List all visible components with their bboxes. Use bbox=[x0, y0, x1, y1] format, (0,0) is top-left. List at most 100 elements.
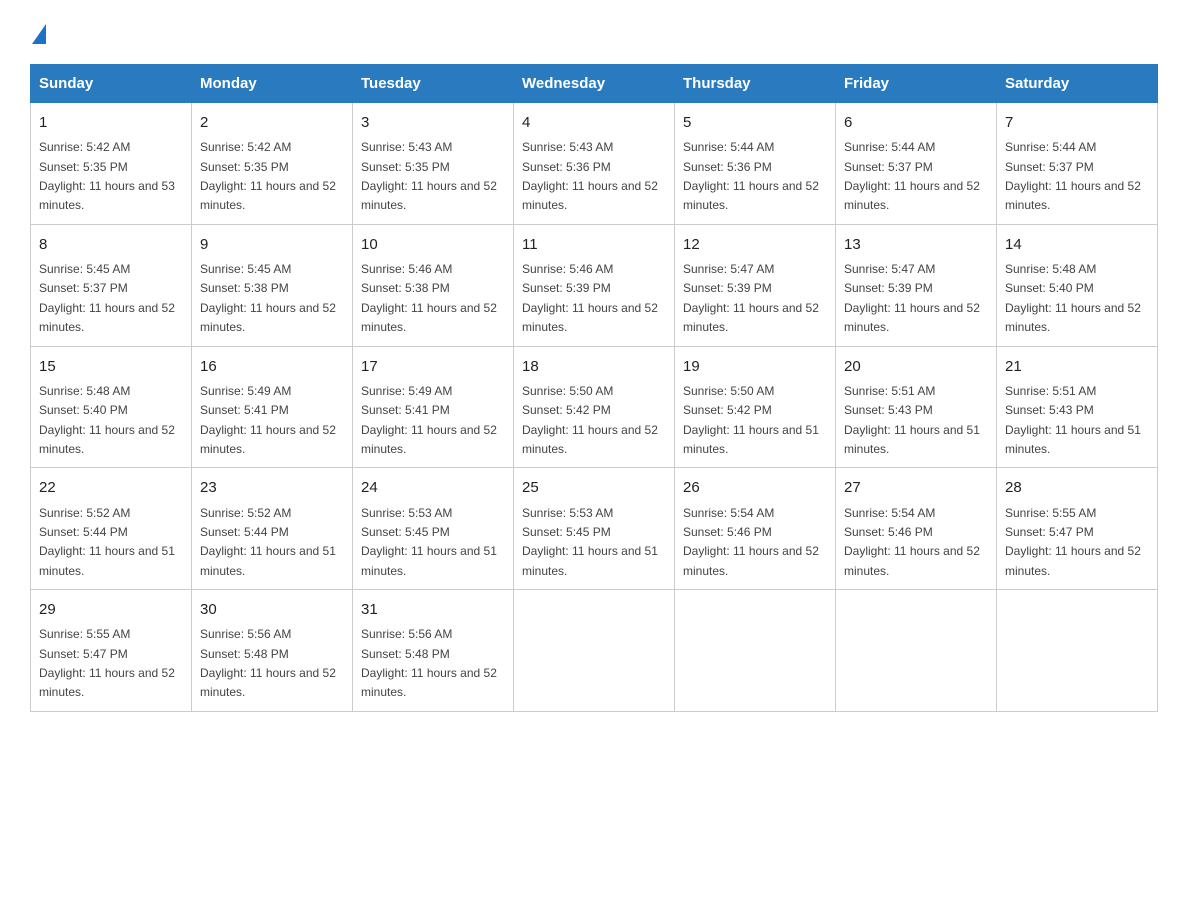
calendar-cell: 15 Sunrise: 5:48 AMSunset: 5:40 PMDaylig… bbox=[31, 346, 192, 468]
calendar-cell: 3 Sunrise: 5:43 AMSunset: 5:35 PMDayligh… bbox=[353, 103, 514, 225]
calendar-cell: 7 Sunrise: 5:44 AMSunset: 5:37 PMDayligh… bbox=[997, 103, 1158, 225]
day-number: 27 bbox=[844, 476, 988, 499]
day-number: 5 bbox=[683, 111, 827, 134]
calendar-cell: 25 Sunrise: 5:53 AMSunset: 5:45 PMDaylig… bbox=[514, 468, 675, 590]
calendar-cell: 8 Sunrise: 5:45 AMSunset: 5:37 PMDayligh… bbox=[31, 224, 192, 346]
calendar-cell: 9 Sunrise: 5:45 AMSunset: 5:38 PMDayligh… bbox=[192, 224, 353, 346]
calendar-cell: 12 Sunrise: 5:47 AMSunset: 5:39 PMDaylig… bbox=[675, 224, 836, 346]
day-number: 8 bbox=[39, 233, 183, 256]
day-info: Sunrise: 5:44 AMSunset: 5:37 PMDaylight:… bbox=[844, 140, 980, 212]
day-info: Sunrise: 5:46 AMSunset: 5:39 PMDaylight:… bbox=[522, 262, 658, 334]
day-number: 13 bbox=[844, 233, 988, 256]
day-info: Sunrise: 5:43 AMSunset: 5:35 PMDaylight:… bbox=[361, 140, 497, 212]
day-info: Sunrise: 5:52 AMSunset: 5:44 PMDaylight:… bbox=[200, 506, 336, 578]
day-info: Sunrise: 5:46 AMSunset: 5:38 PMDaylight:… bbox=[361, 262, 497, 334]
day-info: Sunrise: 5:44 AMSunset: 5:36 PMDaylight:… bbox=[683, 140, 819, 212]
day-info: Sunrise: 5:47 AMSunset: 5:39 PMDaylight:… bbox=[683, 262, 819, 334]
calendar-cell: 16 Sunrise: 5:49 AMSunset: 5:41 PMDaylig… bbox=[192, 346, 353, 468]
weekday-header-thursday: Thursday bbox=[675, 65, 836, 103]
day-info: Sunrise: 5:42 AMSunset: 5:35 PMDaylight:… bbox=[39, 140, 175, 212]
day-info: Sunrise: 5:43 AMSunset: 5:36 PMDaylight:… bbox=[522, 140, 658, 212]
day-number: 1 bbox=[39, 111, 183, 134]
day-info: Sunrise: 5:56 AMSunset: 5:48 PMDaylight:… bbox=[361, 627, 497, 699]
calendar-cell: 1 Sunrise: 5:42 AMSunset: 5:35 PMDayligh… bbox=[31, 103, 192, 225]
day-number: 22 bbox=[39, 476, 183, 499]
calendar-cell: 31 Sunrise: 5:56 AMSunset: 5:48 PMDaylig… bbox=[353, 590, 514, 712]
calendar-cell: 14 Sunrise: 5:48 AMSunset: 5:40 PMDaylig… bbox=[997, 224, 1158, 346]
calendar-cell: 22 Sunrise: 5:52 AMSunset: 5:44 PMDaylig… bbox=[31, 468, 192, 590]
calendar-cell bbox=[836, 590, 997, 712]
weekday-header-monday: Monday bbox=[192, 65, 353, 103]
calendar-week-row: 15 Sunrise: 5:48 AMSunset: 5:40 PMDaylig… bbox=[31, 346, 1158, 468]
day-info: Sunrise: 5:45 AMSunset: 5:37 PMDaylight:… bbox=[39, 262, 175, 334]
day-info: Sunrise: 5:53 AMSunset: 5:45 PMDaylight:… bbox=[361, 506, 497, 578]
day-number: 20 bbox=[844, 355, 988, 378]
calendar-week-row: 29 Sunrise: 5:55 AMSunset: 5:47 PMDaylig… bbox=[31, 590, 1158, 712]
day-number: 3 bbox=[361, 111, 505, 134]
calendar-cell: 4 Sunrise: 5:43 AMSunset: 5:36 PMDayligh… bbox=[514, 103, 675, 225]
calendar-cell: 20 Sunrise: 5:51 AMSunset: 5:43 PMDaylig… bbox=[836, 346, 997, 468]
day-number: 18 bbox=[522, 355, 666, 378]
calendar-cell: 19 Sunrise: 5:50 AMSunset: 5:42 PMDaylig… bbox=[675, 346, 836, 468]
day-info: Sunrise: 5:51 AMSunset: 5:43 PMDaylight:… bbox=[1005, 384, 1141, 456]
calendar-cell: 29 Sunrise: 5:55 AMSunset: 5:47 PMDaylig… bbox=[31, 590, 192, 712]
logo bbox=[30, 20, 46, 44]
weekday-header-friday: Friday bbox=[836, 65, 997, 103]
day-number: 19 bbox=[683, 355, 827, 378]
day-info: Sunrise: 5:52 AMSunset: 5:44 PMDaylight:… bbox=[39, 506, 175, 578]
calendar-cell: 10 Sunrise: 5:46 AMSunset: 5:38 PMDaylig… bbox=[353, 224, 514, 346]
day-info: Sunrise: 5:54 AMSunset: 5:46 PMDaylight:… bbox=[683, 506, 819, 578]
day-number: 23 bbox=[200, 476, 344, 499]
weekday-header-tuesday: Tuesday bbox=[353, 65, 514, 103]
day-number: 4 bbox=[522, 111, 666, 134]
calendar-week-row: 8 Sunrise: 5:45 AMSunset: 5:37 PMDayligh… bbox=[31, 224, 1158, 346]
calendar-cell: 5 Sunrise: 5:44 AMSunset: 5:36 PMDayligh… bbox=[675, 103, 836, 225]
day-info: Sunrise: 5:45 AMSunset: 5:38 PMDaylight:… bbox=[200, 262, 336, 334]
day-info: Sunrise: 5:42 AMSunset: 5:35 PMDaylight:… bbox=[200, 140, 336, 212]
calendar-cell: 23 Sunrise: 5:52 AMSunset: 5:44 PMDaylig… bbox=[192, 468, 353, 590]
calendar-cell: 17 Sunrise: 5:49 AMSunset: 5:41 PMDaylig… bbox=[353, 346, 514, 468]
day-number: 21 bbox=[1005, 355, 1149, 378]
day-number: 24 bbox=[361, 476, 505, 499]
weekday-header-row: SundayMondayTuesdayWednesdayThursdayFrid… bbox=[31, 65, 1158, 103]
day-number: 28 bbox=[1005, 476, 1149, 499]
day-info: Sunrise: 5:48 AMSunset: 5:40 PMDaylight:… bbox=[1005, 262, 1141, 334]
calendar-cell: 21 Sunrise: 5:51 AMSunset: 5:43 PMDaylig… bbox=[997, 346, 1158, 468]
calendar-cell: 13 Sunrise: 5:47 AMSunset: 5:39 PMDaylig… bbox=[836, 224, 997, 346]
day-number: 14 bbox=[1005, 233, 1149, 256]
calendar-week-row: 1 Sunrise: 5:42 AMSunset: 5:35 PMDayligh… bbox=[31, 103, 1158, 225]
day-info: Sunrise: 5:54 AMSunset: 5:46 PMDaylight:… bbox=[844, 506, 980, 578]
day-info: Sunrise: 5:56 AMSunset: 5:48 PMDaylight:… bbox=[200, 627, 336, 699]
day-number: 7 bbox=[1005, 111, 1149, 134]
calendar-cell: 18 Sunrise: 5:50 AMSunset: 5:42 PMDaylig… bbox=[514, 346, 675, 468]
day-info: Sunrise: 5:47 AMSunset: 5:39 PMDaylight:… bbox=[844, 262, 980, 334]
logo-triangle-icon bbox=[32, 24, 46, 44]
day-info: Sunrise: 5:53 AMSunset: 5:45 PMDaylight:… bbox=[522, 506, 658, 578]
calendar-cell: 2 Sunrise: 5:42 AMSunset: 5:35 PMDayligh… bbox=[192, 103, 353, 225]
day-info: Sunrise: 5:49 AMSunset: 5:41 PMDaylight:… bbox=[361, 384, 497, 456]
day-number: 11 bbox=[522, 233, 666, 256]
day-info: Sunrise: 5:50 AMSunset: 5:42 PMDaylight:… bbox=[522, 384, 658, 456]
calendar-cell: 28 Sunrise: 5:55 AMSunset: 5:47 PMDaylig… bbox=[997, 468, 1158, 590]
day-info: Sunrise: 5:50 AMSunset: 5:42 PMDaylight:… bbox=[683, 384, 819, 456]
day-number: 29 bbox=[39, 598, 183, 621]
day-number: 26 bbox=[683, 476, 827, 499]
day-info: Sunrise: 5:51 AMSunset: 5:43 PMDaylight:… bbox=[844, 384, 980, 456]
day-number: 25 bbox=[522, 476, 666, 499]
calendar-cell: 30 Sunrise: 5:56 AMSunset: 5:48 PMDaylig… bbox=[192, 590, 353, 712]
day-info: Sunrise: 5:49 AMSunset: 5:41 PMDaylight:… bbox=[200, 384, 336, 456]
calendar-cell bbox=[514, 590, 675, 712]
calendar-cell bbox=[675, 590, 836, 712]
day-info: Sunrise: 5:55 AMSunset: 5:47 PMDaylight:… bbox=[39, 627, 175, 699]
weekday-header-sunday: Sunday bbox=[31, 65, 192, 103]
calendar-cell: 11 Sunrise: 5:46 AMSunset: 5:39 PMDaylig… bbox=[514, 224, 675, 346]
day-number: 9 bbox=[200, 233, 344, 256]
day-info: Sunrise: 5:48 AMSunset: 5:40 PMDaylight:… bbox=[39, 384, 175, 456]
calendar-cell bbox=[997, 590, 1158, 712]
calendar-cell: 24 Sunrise: 5:53 AMSunset: 5:45 PMDaylig… bbox=[353, 468, 514, 590]
day-number: 30 bbox=[200, 598, 344, 621]
day-number: 17 bbox=[361, 355, 505, 378]
day-number: 16 bbox=[200, 355, 344, 378]
day-number: 31 bbox=[361, 598, 505, 621]
weekday-header-wednesday: Wednesday bbox=[514, 65, 675, 103]
